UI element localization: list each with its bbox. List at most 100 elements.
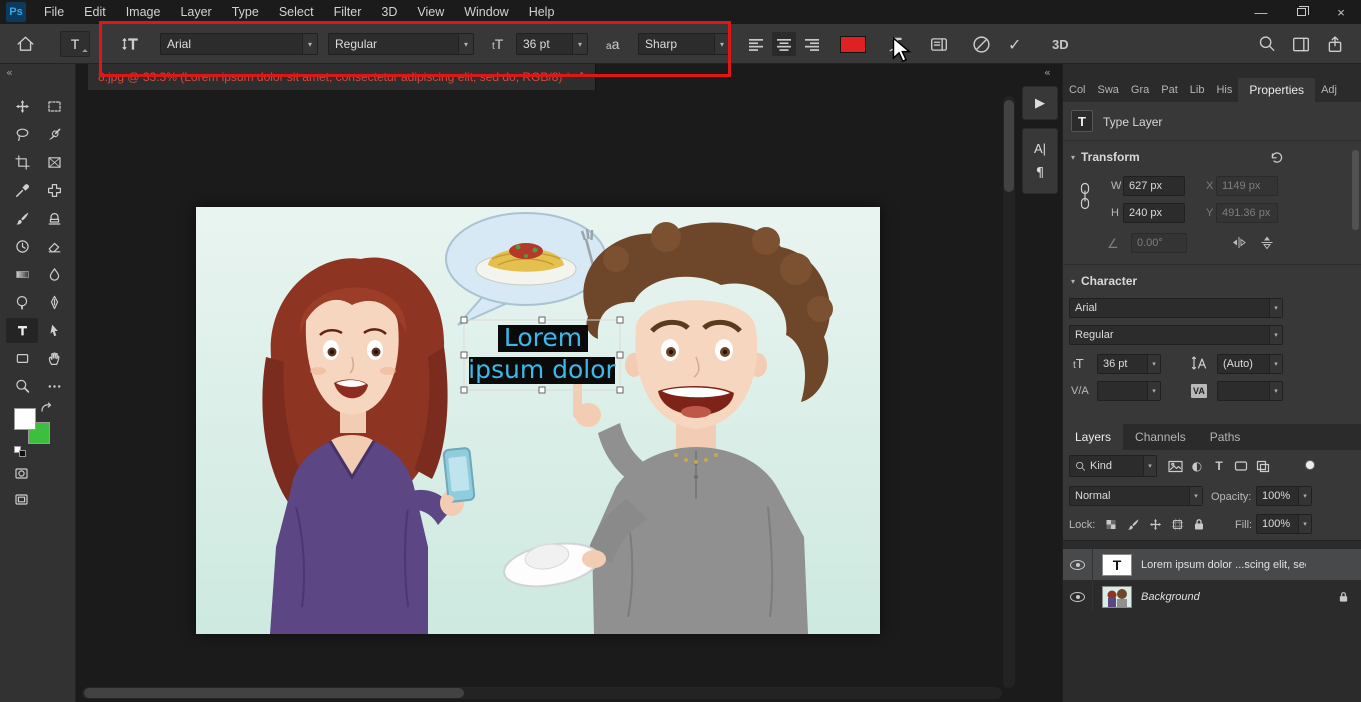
cancel-edit-button[interactable] xyxy=(972,24,991,64)
font-style-select[interactable]: Regular ▾ xyxy=(328,33,474,55)
tool-gradient[interactable] xyxy=(6,262,38,287)
text-layer-thumbnail[interactable]: T xyxy=(1102,554,1132,576)
align-center-button[interactable] xyxy=(772,32,796,56)
default-colors-icon[interactable] xyxy=(14,446,28,458)
layer-name[interactable]: Lorem ipsum dolor ...scing elit, sed do xyxy=(1141,559,1306,571)
tool-lasso[interactable] xyxy=(6,122,38,147)
character-size-select[interactable]: 36 pt ▾ xyxy=(1097,354,1161,374)
text-color-swatch[interactable] xyxy=(840,24,866,64)
layer-row-background[interactable]: Background xyxy=(1063,581,1361,612)
tab-caret[interactable]: ^ xyxy=(578,71,584,83)
tool-more[interactable] xyxy=(38,374,70,399)
toggle-panels-button[interactable] xyxy=(930,24,948,64)
font-size-select[interactable]: 36 pt ▾ xyxy=(516,33,588,55)
3d-mode-button[interactable]: 3D xyxy=(1052,24,1069,64)
anti-alias-select[interactable]: Sharp ▾ xyxy=(638,33,730,55)
screen-mode-button[interactable] xyxy=(14,488,42,510)
filter-smart-objects-button[interactable] xyxy=(1253,456,1273,476)
document-tab[interactable]: 8.jpg @ 33.3% (Lorem ipsum dolor sit ame… xyxy=(88,64,596,90)
canvas-text-line1[interactable]: Lorem xyxy=(504,323,582,352)
lock-pixels-button[interactable] xyxy=(1123,514,1143,534)
menu-view[interactable]: View xyxy=(407,0,454,24)
tool-quick-selection[interactable] xyxy=(38,122,70,147)
tool-frame[interactable] xyxy=(38,150,70,175)
tool-shape[interactable] xyxy=(6,346,38,371)
layer-row-text[interactable]: T Lorem ipsum dolor ...scing elit, sed d… xyxy=(1063,549,1361,580)
text-orientation-button[interactable] xyxy=(122,24,140,64)
minimize-button[interactable]: — xyxy=(1241,0,1281,24)
tab-gradients[interactable]: Gra xyxy=(1125,78,1155,102)
share-button[interactable] xyxy=(1326,24,1344,64)
filter-pixel-layers-button[interactable] xyxy=(1165,456,1185,476)
kerning-select[interactable]: ▾ xyxy=(1097,381,1161,401)
menu-layer[interactable]: Layer xyxy=(170,0,221,24)
menu-help[interactable]: Help xyxy=(519,0,565,24)
tool-preset-picker[interactable]: T xyxy=(60,24,90,64)
menu-type[interactable]: Type xyxy=(222,0,269,24)
tab-layers[interactable]: Layers xyxy=(1063,424,1123,450)
tool-healing[interactable] xyxy=(38,178,70,203)
width-input[interactable]: 627 px xyxy=(1123,176,1185,196)
font-family-select[interactable]: Arial ▾ xyxy=(160,33,318,55)
filter-toggle-button[interactable] xyxy=(1305,460,1315,470)
lock-position-button[interactable] xyxy=(1145,514,1165,534)
flip-horizontal-icon[interactable] xyxy=(1231,235,1247,250)
background-layer-thumbnail[interactable] xyxy=(1102,586,1132,608)
tab-paths[interactable]: Paths xyxy=(1198,424,1253,450)
tool-pen[interactable] xyxy=(38,290,70,315)
layer-filter-kind-select[interactable]: Kind ▾ xyxy=(1069,455,1157,477)
tool-clone-stamp[interactable] xyxy=(38,206,70,231)
character-panel-icon[interactable]: A| xyxy=(1034,141,1046,156)
visibility-toggle[interactable] xyxy=(1063,549,1093,580)
menu-3d[interactable]: 3D xyxy=(371,0,407,24)
tool-zoom[interactable] xyxy=(6,374,38,399)
tool-hand[interactable] xyxy=(38,346,70,371)
canvas-area[interactable]: Lorem ipsum dolor xyxy=(76,90,1018,702)
reset-transform-icon[interactable] xyxy=(1269,150,1284,165)
filter-shape-layers-button[interactable] xyxy=(1231,456,1251,476)
canvas-horizontal-scrollbar[interactable] xyxy=(82,687,1002,699)
menu-select[interactable]: Select xyxy=(269,0,324,24)
warp-text-button[interactable] xyxy=(888,24,906,64)
collapsed-panel-play[interactable]: ▶ xyxy=(1022,86,1058,120)
artwork-image[interactable]: Lorem ipsum dolor xyxy=(196,207,880,634)
character-font-select[interactable]: Arial ▾ xyxy=(1069,298,1283,318)
menu-file[interactable]: File xyxy=(34,0,74,24)
tool-dodge[interactable] xyxy=(6,290,38,315)
flip-vertical-icon[interactable] xyxy=(1260,235,1275,251)
tool-marquee[interactable] xyxy=(38,94,70,119)
tab-color[interactable]: Col xyxy=(1063,78,1092,102)
opacity-select[interactable]: 100% ▾ xyxy=(1256,486,1312,506)
tool-brush[interactable] xyxy=(6,206,38,231)
tracking-select[interactable]: ▾ xyxy=(1217,381,1283,401)
tool-eyedropper[interactable] xyxy=(6,178,38,203)
collapse-panels-icon[interactable]: « xyxy=(1044,66,1051,79)
search-button[interactable] xyxy=(1258,24,1276,64)
menu-window[interactable]: Window xyxy=(454,0,518,24)
tool-history-brush[interactable] xyxy=(6,234,38,259)
lock-all-button[interactable] xyxy=(1189,514,1209,534)
layer-name[interactable]: Background xyxy=(1141,591,1200,603)
align-left-button[interactable] xyxy=(744,32,768,56)
menu-image[interactable]: Image xyxy=(116,0,171,24)
close-button[interactable]: × xyxy=(1321,0,1361,24)
tool-move[interactable] xyxy=(6,94,38,119)
foreground-color-swatch[interactable] xyxy=(14,408,36,430)
workspace-button[interactable] xyxy=(1292,24,1310,64)
height-input[interactable]: 240 px xyxy=(1123,203,1185,223)
tab-adjustments[interactable]: Adj xyxy=(1315,78,1343,102)
collapse-tools-icon[interactable]: « xyxy=(6,66,13,79)
link-dimensions-icon[interactable] xyxy=(1079,182,1091,210)
tab-swatches[interactable]: Swa xyxy=(1092,78,1125,102)
lock-transparency-button[interactable] xyxy=(1101,514,1121,534)
blend-mode-select[interactable]: Normal ▾ xyxy=(1069,486,1203,506)
leading-select[interactable]: (Auto) ▾ xyxy=(1217,354,1283,374)
commit-edit-button[interactable]: ✓ xyxy=(1008,24,1021,64)
tool-eraser[interactable] xyxy=(38,234,70,259)
quick-mask-button[interactable] xyxy=(14,462,42,484)
canvas-vertical-scrollbar[interactable] xyxy=(1003,96,1015,688)
visibility-toggle[interactable] xyxy=(1063,581,1093,612)
tool-type[interactable] xyxy=(6,318,38,343)
vertical-scroll-thumb[interactable] xyxy=(1004,100,1014,192)
lock-artboard-button[interactable] xyxy=(1167,514,1187,534)
